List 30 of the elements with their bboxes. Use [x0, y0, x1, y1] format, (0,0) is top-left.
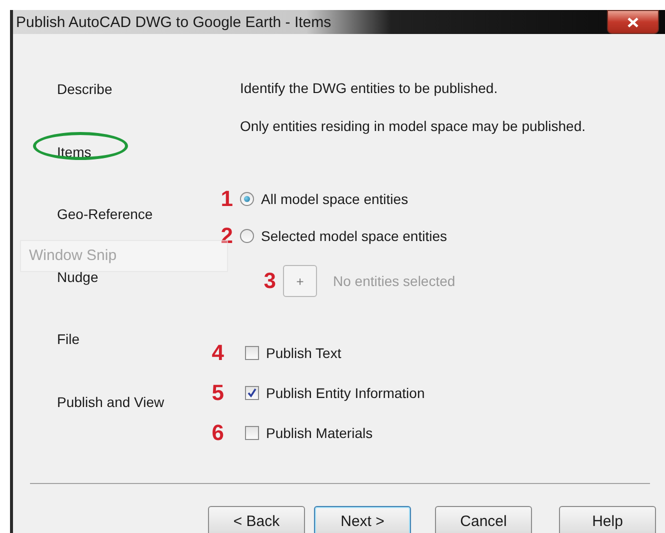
step-label[interactable]: File	[57, 331, 80, 347]
radio-button[interactable]	[240, 229, 254, 243]
dialog-button[interactable]: Help	[559, 506, 656, 533]
step-number: 3	[262, 270, 276, 292]
close-button[interactable]	[607, 10, 659, 34]
step-label[interactable]: Items	[57, 144, 92, 160]
radio-label: Selected model space entities	[261, 228, 447, 244]
step-number: 4	[210, 342, 224, 364]
checkbox-label: Publish Materials	[266, 425, 373, 441]
close-icon	[627, 16, 639, 28]
dialog-button[interactable]: Next >	[314, 506, 411, 533]
dialog-button[interactable]: < Back	[208, 506, 305, 533]
window-title: Publish AutoCAD DWG to Google Earth - Items	[15, 14, 332, 30]
checkbox[interactable]	[245, 346, 259, 360]
status-text: No entities selected	[333, 273, 456, 289]
radio-label: All model space entities	[261, 191, 408, 207]
step-label[interactable]: Describe	[57, 81, 112, 97]
step-label[interactable]: Publish and View	[57, 394, 164, 410]
radio-button[interactable]	[240, 192, 254, 206]
instruction-text: Identify the DWG entities to be published.	[239, 79, 499, 98]
step-label[interactable]: Geo-Reference	[57, 206, 153, 222]
step-number: 6	[210, 422, 224, 444]
checkbox[interactable]	[245, 426, 259, 440]
instruction-text: Only entities residing in model space may be published.	[239, 117, 586, 136]
checkbox[interactable]	[245, 386, 259, 400]
step-number: 1	[220, 188, 233, 210]
checkbox-label: Publish Text	[266, 345, 342, 361]
dialog-button[interactable]: Cancel	[435, 506, 532, 533]
step-number: 5	[210, 382, 224, 404]
checkbox-label: Publish Entity Information	[266, 385, 425, 401]
